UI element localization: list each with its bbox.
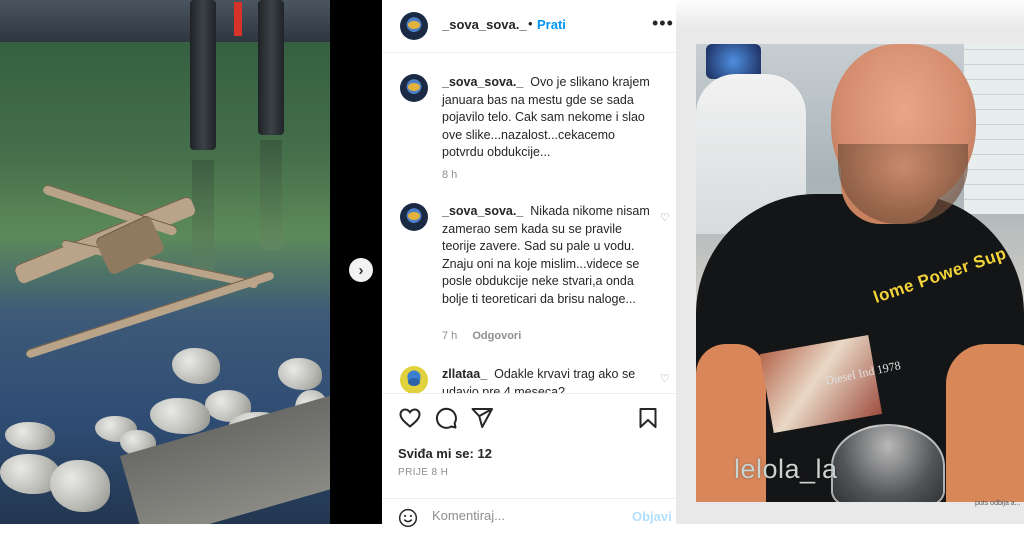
- post-username[interactable]: _sova_sova._: [442, 17, 527, 32]
- post-photo-left: [0, 0, 330, 524]
- like-heart-icon[interactable]: [398, 406, 422, 430]
- pier-pole: [258, 0, 284, 135]
- chevron-right-icon: ›: [358, 261, 364, 279]
- comment-body: _sova_sova._ Ovo je slikano krajem janua…: [442, 74, 652, 162]
- comment-meta: 7 h Odgovori: [442, 330, 521, 342]
- comment-body: _sova_sova._ Nikada nikome nisam zamerao…: [442, 203, 652, 309]
- avatar[interactable]: [400, 74, 428, 102]
- post-comment-button[interactable]: Objavi: [632, 509, 672, 524]
- right-image-top-strip: [676, 0, 1024, 28]
- comment-input[interactable]: [432, 508, 622, 523]
- save-bookmark-icon[interactable]: [636, 406, 660, 430]
- avatar[interactable]: [400, 12, 428, 40]
- comments-list: _sova_sova._ Ovo je slikano krajem janua…: [382, 53, 676, 393]
- post-timestamp: PRIJE 8 H: [398, 467, 449, 478]
- emoji-icon[interactable]: [398, 508, 418, 528]
- pole-reflection: [260, 140, 282, 250]
- instagram-post-panel: _sova_sova._ • Prati ••• _sova_sova._ Ov…: [382, 0, 677, 528]
- pole-reflection: [192, 160, 214, 280]
- add-comment-bar: Objavi: [382, 498, 676, 539]
- drinking-glass: [831, 424, 945, 502]
- right-arm: [946, 344, 1024, 502]
- rock: [150, 398, 210, 434]
- rock: [172, 348, 220, 384]
- share-send-icon[interactable]: [470, 406, 494, 430]
- comment-time: 8 h: [442, 169, 458, 181]
- like-comment-heart-icon[interactable]: ♡: [660, 372, 670, 385]
- rock: [5, 422, 55, 450]
- comment-username[interactable]: zllataa_: [442, 367, 487, 381]
- comment-body: zllataa_ Odakle krvavi trag ako se udavi…: [442, 366, 652, 393]
- carousel-next-button[interactable]: ›: [349, 258, 373, 282]
- image-watermark: lelola_la: [734, 454, 838, 484]
- comment-text: Nikada nikome nisam zamerao sem kada su …: [442, 204, 650, 306]
- post-header: _sova_sova._ • Prati •••: [382, 0, 676, 53]
- red-marker: [234, 2, 242, 36]
- post-actions: Sviđa mi se: 12 PRIJE 8 H Objavi: [382, 393, 676, 528]
- likes-count[interactable]: Sviđa mi se: 12: [398, 446, 492, 461]
- like-comment-heart-icon[interactable]: ♡: [660, 211, 670, 224]
- avatar[interactable]: [400, 203, 428, 231]
- rock: [50, 460, 110, 512]
- separator-dot: •: [528, 16, 533, 31]
- follow-button[interactable]: Prati: [537, 17, 566, 32]
- avatar[interactable]: [400, 366, 428, 393]
- more-options-icon[interactable]: •••: [652, 13, 674, 34]
- comment-bubble-icon[interactable]: [434, 406, 458, 430]
- pier-pole: [190, 0, 216, 150]
- comment-username[interactable]: _sova_sova._: [442, 75, 523, 89]
- comment-time: 7 h: [442, 330, 458, 342]
- driftwood: [24, 270, 276, 359]
- corner-caption: puts odbija a...: [975, 500, 1021, 507]
- comment-username[interactable]: _sova_sova._: [442, 204, 523, 218]
- man-photo: lome Power Sup Diesel Ind 1978 lelola_la: [696, 44, 1024, 502]
- comment-meta: 8 h: [442, 169, 457, 181]
- rock: [278, 358, 322, 390]
- reply-link[interactable]: Odgovori: [472, 330, 521, 342]
